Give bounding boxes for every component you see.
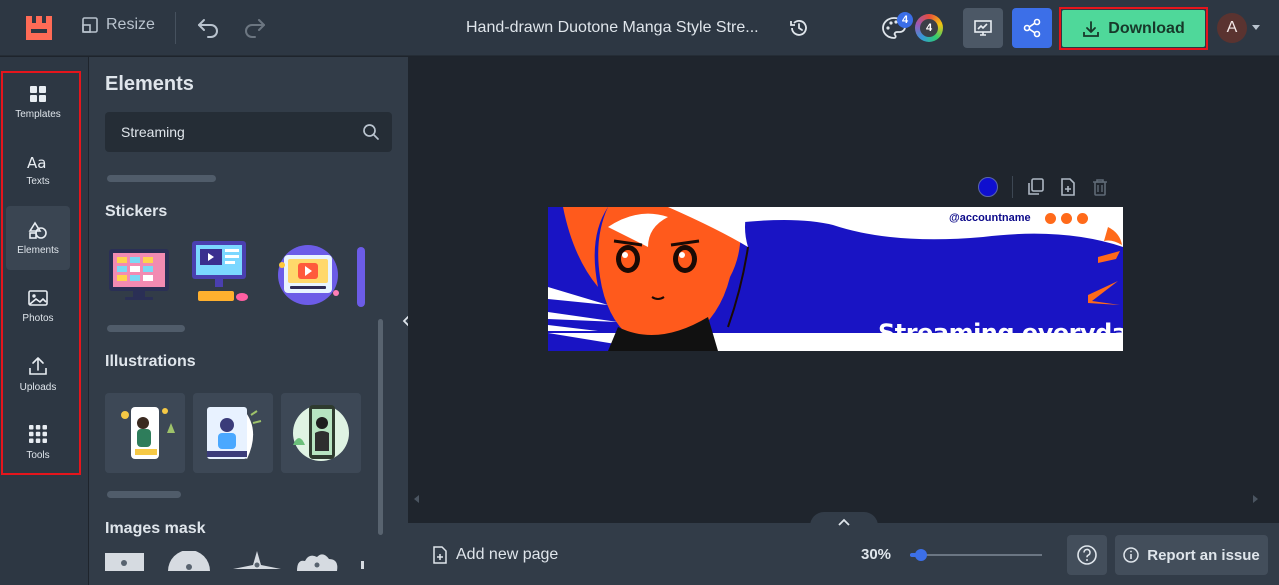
- undo-icon[interactable]: [196, 16, 220, 38]
- report-issue-button[interactable]: Report an issue: [1115, 535, 1268, 575]
- toolbar-divider: [1012, 176, 1013, 198]
- resize-icon: [82, 17, 98, 33]
- user-avatar[interactable]: A: [1217, 13, 1247, 43]
- present-button[interactable]: [963, 8, 1003, 48]
- sticker-video-player-icon[interactable]: [270, 235, 350, 315]
- document-title[interactable]: Hand-drawn Duotone Manga Style Stre...: [466, 19, 759, 37]
- elements-panel: Elements Stickers Illustrations: [89, 57, 408, 585]
- instagram-icon: [1061, 213, 1072, 224]
- illustration-person-screen-icon[interactable]: [193, 393, 273, 473]
- help-icon: [1077, 545, 1097, 565]
- sidebar-highlight: [1, 71, 81, 475]
- zoom-slider-track: [910, 554, 1042, 556]
- scroll-right-arrow-icon[interactable]: [1253, 495, 1258, 503]
- color-count-button[interactable]: 4: [915, 14, 943, 42]
- trash-icon[interactable]: [1091, 178, 1109, 196]
- add-page-label: Add new page: [456, 546, 559, 563]
- sticker-monitor-icon[interactable]: [105, 235, 185, 315]
- zoom-level: 30%: [861, 546, 892, 563]
- app-logo-icon[interactable]: [24, 14, 54, 42]
- add-new-page-button[interactable]: Add new page: [432, 546, 558, 564]
- help-button[interactable]: [1067, 535, 1107, 575]
- zoom-slider[interactable]: [910, 549, 1042, 561]
- top-bar: Resize Hand-drawn Duotone Manga Style St…: [0, 0, 1279, 56]
- section-title-images-mask: Images mask: [105, 520, 206, 537]
- report-issue-label: Report an issue: [1147, 546, 1260, 564]
- section-title-stickers: Stickers: [105, 203, 168, 220]
- palette-badge: 4: [897, 12, 913, 28]
- redo-icon[interactable]: [243, 16, 267, 38]
- search-input[interactable]: [105, 112, 392, 152]
- element-floating-toolbar: [978, 176, 1109, 198]
- illustration-woman-phone-icon[interactable]: [281, 393, 361, 473]
- stickers-scrollbar[interactable]: [107, 325, 185, 332]
- info-icon: [1123, 547, 1139, 563]
- duplicate-icon[interactable]: [1027, 178, 1045, 196]
- search-icon[interactable]: [362, 123, 380, 141]
- share-icon: [1023, 18, 1041, 38]
- section-title-illustrations: Illustrations: [105, 353, 196, 370]
- color-picker-swatch[interactable]: [978, 177, 998, 197]
- illustrations-scrollbar[interactable]: [107, 491, 181, 498]
- twitter-icon: [1077, 213, 1088, 224]
- panel-title: Elements: [105, 73, 194, 95]
- color-count: 4: [920, 19, 938, 37]
- download-button[interactable]: Download: [1062, 10, 1205, 47]
- chevron-up-icon: [838, 518, 850, 526]
- download-icon: [1083, 20, 1100, 37]
- sticker-computer-icon[interactable]: [188, 235, 268, 315]
- banner-headline: Streaming everyday: [878, 319, 1123, 347]
- sticker-partial-icon[interactable]: [357, 247, 365, 307]
- add-page-icon[interactable]: [1059, 178, 1077, 196]
- design-page[interactable]: @accountname Streaming everyday: [548, 207, 1123, 351]
- search-box: [105, 112, 392, 152]
- account-handle: @accountname: [949, 212, 1031, 224]
- image-mask-shapes[interactable]: [105, 551, 365, 571]
- history-icon[interactable]: [789, 18, 809, 38]
- scroll-left-arrow-icon[interactable]: [414, 495, 419, 503]
- presentation-icon: [974, 20, 992, 36]
- add-page-icon: [433, 546, 447, 564]
- category-scrollbar[interactable]: [107, 175, 216, 182]
- share-button[interactable]: [1012, 8, 1052, 48]
- resize-button[interactable]: Resize: [82, 16, 155, 34]
- illustration-person-phone-icon[interactable]: [105, 393, 185, 473]
- chevron-down-icon[interactable]: [1252, 25, 1260, 30]
- resize-label: Resize: [106, 16, 155, 33]
- zoom-slider-handle[interactable]: [915, 549, 927, 561]
- panel-scrollbar[interactable]: [378, 319, 383, 535]
- toolbar-divider: [175, 12, 176, 44]
- download-label: Download: [1108, 19, 1185, 37]
- expand-pages-button[interactable]: [810, 512, 878, 532]
- facebook-icon: [1045, 213, 1056, 224]
